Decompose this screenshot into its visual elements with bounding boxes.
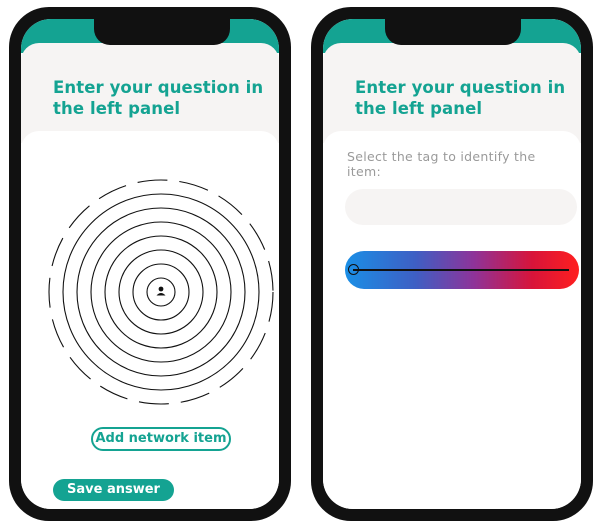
gradient-slider[interactable] (345, 251, 579, 289)
question-title: Enter your question in the left panel (355, 78, 566, 118)
left-phone-frame: Enter your question in the left panel Ad… (9, 7, 291, 521)
save-answer-button[interactable]: Save answer (53, 479, 174, 501)
tag-input[interactable] (345, 189, 577, 225)
add-network-item-button[interactable]: Add network item (91, 427, 231, 451)
phone-notch (94, 19, 230, 45)
question-title: Enter your question in the left panel (53, 78, 264, 118)
slider-track (353, 269, 569, 271)
person-icon (156, 286, 166, 296)
left-phone-screen: Enter your question in the left panel Ad… (21, 19, 279, 509)
tag-content-panel (323, 131, 581, 509)
phone-notch (385, 19, 521, 45)
right-phone-frame: Enter your question in the left panel Se… (311, 7, 593, 521)
network-rings-icon (48, 179, 274, 405)
right-phone-screen: Enter your question in the left panel Se… (323, 19, 581, 509)
slider-thumb[interactable] (348, 264, 359, 275)
tag-select-label: Select the tag to identify the item: (347, 149, 536, 179)
